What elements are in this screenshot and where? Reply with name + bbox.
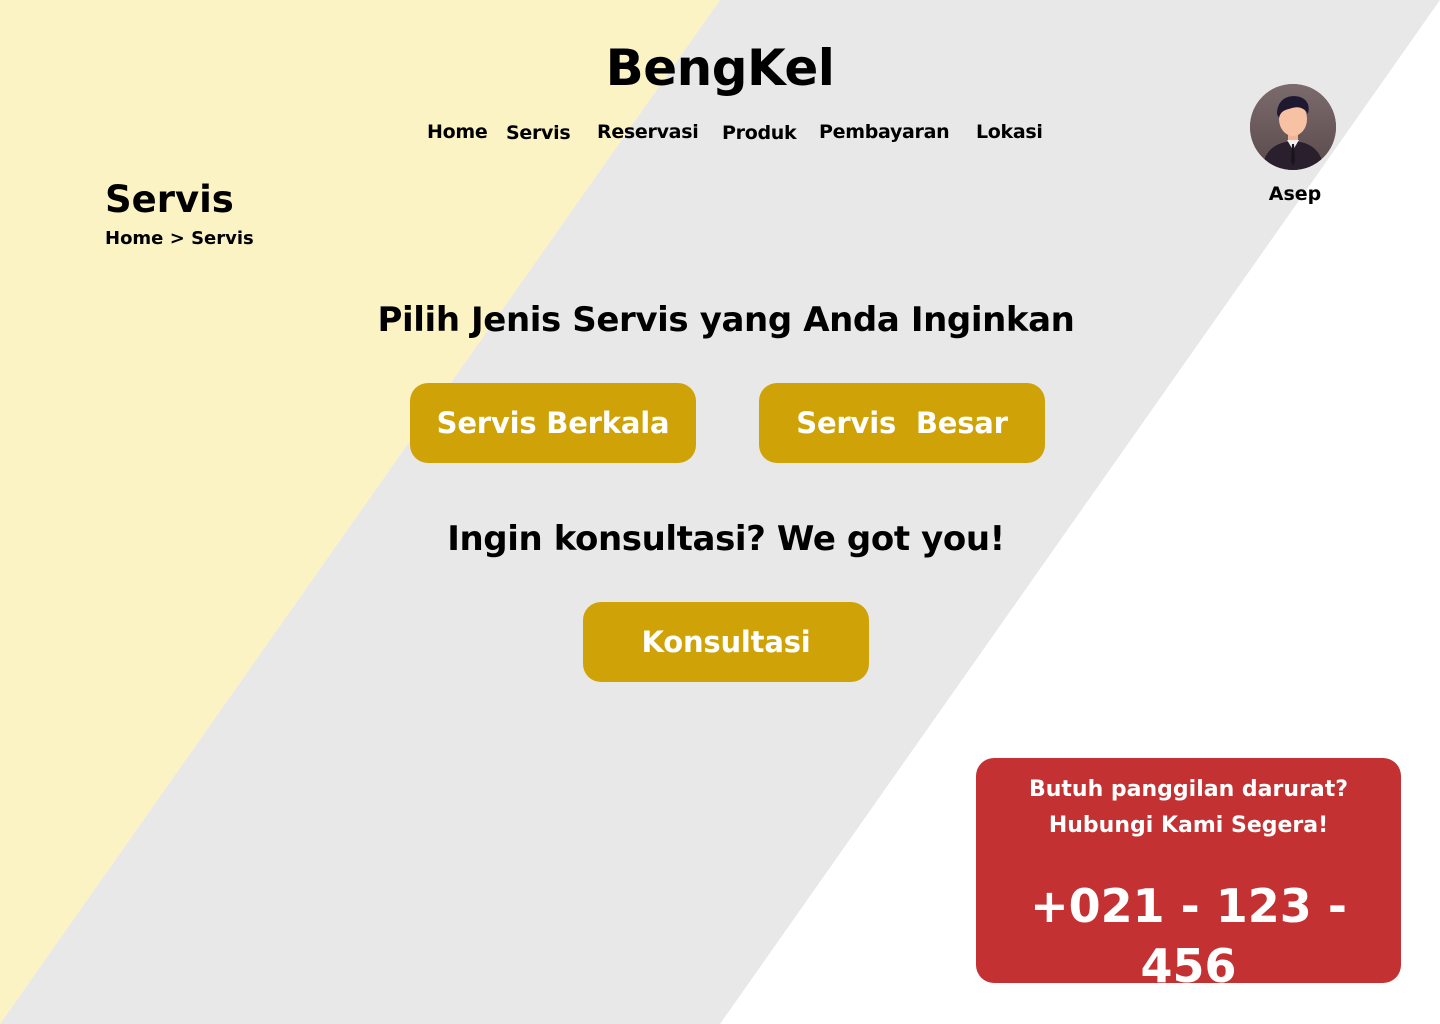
page-title: Servis bbox=[105, 178, 234, 221]
user-avatar[interactable] bbox=[1250, 84, 1336, 170]
breadcrumb: Home > Servis bbox=[105, 227, 254, 251]
breadcrumb-current: Servis bbox=[191, 228, 254, 249]
servis-berkala-button[interactable]: Servis Berkala bbox=[410, 383, 696, 463]
nav-item-servis[interactable]: Servis bbox=[506, 121, 571, 145]
nav-item-reservasi[interactable]: Reservasi bbox=[597, 120, 699, 144]
nav-item-pembayaran[interactable]: Pembayaran bbox=[819, 120, 950, 144]
breadcrumb-home[interactable]: Home bbox=[105, 227, 163, 251]
person-icon bbox=[1250, 84, 1336, 170]
emergency-call-to-action: Hubungi Kami Segera! bbox=[1048, 813, 1329, 838]
nav-item-lokasi[interactable]: Lokasi bbox=[976, 120, 1043, 144]
servis-besar-button[interactable]: Servis Besar bbox=[759, 383, 1045, 463]
service-heading: Pilih Jenis Servis yang Anda Inginkan bbox=[377, 300, 1075, 340]
konsultasi-button[interactable]: Konsultasi bbox=[583, 602, 869, 682]
nav-item-home[interactable]: Home bbox=[427, 120, 488, 144]
emergency-question: Butuh panggilan darurat? bbox=[1028, 777, 1348, 802]
consult-heading: Ingin konsultasi? We got you! bbox=[447, 519, 1005, 559]
brand-logo: BengKel bbox=[605, 39, 835, 97]
emergency-card: Butuh panggilan darurat? Hubungi Kami Se… bbox=[976, 758, 1401, 993]
emergency-phone-number[interactable]: +021 - 123 - 456 bbox=[976, 876, 1401, 996]
user-name: Asep bbox=[1268, 183, 1322, 205]
breadcrumb-separator: > bbox=[169, 228, 185, 249]
nav-item-produk[interactable]: Produk bbox=[722, 121, 797, 145]
